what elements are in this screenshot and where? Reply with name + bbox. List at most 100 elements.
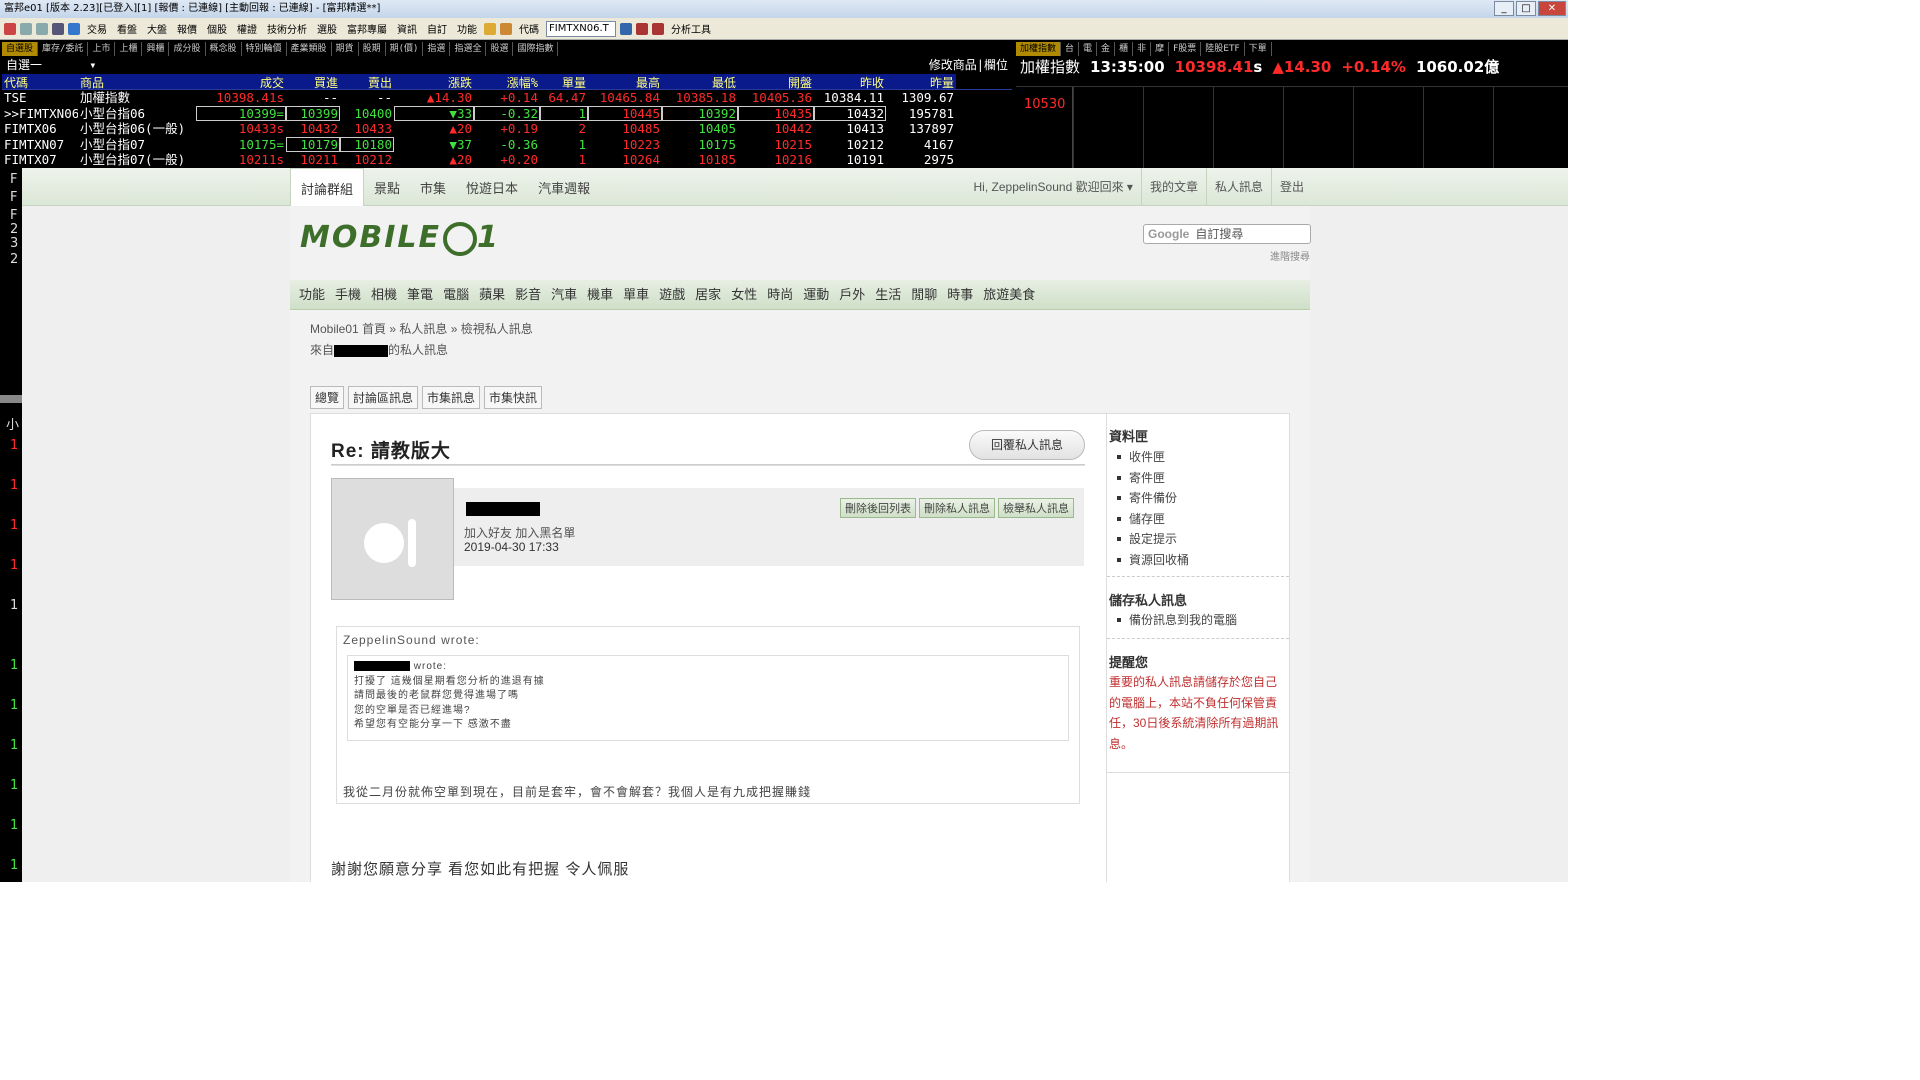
maximize-button[interactable]: □ (1516, 1, 1536, 16)
nav-spots[interactable]: 景點 (364, 168, 410, 206)
tab-stock-futures[interactable]: 股期 (359, 42, 386, 56)
cat-item[interactable]: 戶外 (834, 280, 870, 309)
cat-item[interactable]: 汽車 (546, 280, 582, 309)
avatar[interactable] (331, 478, 454, 600)
tab-watchlist[interactable]: 自選股 (2, 42, 39, 56)
col-last[interactable]: 成交 (196, 74, 286, 89)
breadcrumb[interactable]: Mobile01 首頁 » 私人訊息 » 檢視私人訊息 (310, 320, 533, 337)
cat-item[interactable]: 閒聊 (906, 280, 942, 309)
cat-item[interactable]: 旅遊美食 (978, 280, 1040, 309)
forward-icon[interactable] (36, 22, 48, 35)
tab-index-options[interactable]: 指選 (423, 42, 451, 56)
logout-link[interactable]: 登出 (1270, 168, 1312, 206)
folder-settings[interactable]: 設定提示 (1117, 529, 1289, 550)
table-row[interactable]: >>FIMTXN06 小型台指06 10399= 10399 10400 ▼33… (2, 105, 1012, 121)
menu-info[interactable]: 資訊 (394, 21, 420, 36)
tab-period-price[interactable]: 期(價) (386, 42, 424, 56)
pencil-icon[interactable] (484, 22, 496, 35)
tab-concept[interactable]: 概念股 (206, 42, 242, 56)
table-row[interactable]: TSE 加權指數 10398.41s -- -- ▲14.30 +0.14 64… (2, 90, 1012, 106)
menu-technical[interactable]: 技術分析 (264, 21, 310, 36)
table-row[interactable]: FIMTX07 小型台指07(一般) 10211s 10211 10212 ▲2… (2, 152, 1012, 168)
folder-saved[interactable]: 儲存匣 (1117, 509, 1289, 530)
menu-warrant[interactable]: 權證 (234, 21, 260, 36)
tab-f-stock[interactable]: F股票 (1169, 42, 1202, 56)
col-code[interactable]: 代碼 (2, 74, 78, 89)
table-row[interactable]: FIMTXN07 小型台指07 10175= 10179 10180 ▼37 -… (2, 136, 1012, 152)
tab-fin[interactable]: 金 (1097, 42, 1116, 56)
friend-block-links[interactable]: 加入好友 加入黑名單 (464, 524, 575, 541)
tab-emerging[interactable]: 興櫃 (142, 42, 170, 56)
tab-elec[interactable]: 電 (1079, 42, 1098, 56)
cat-item[interactable]: 手機 (330, 280, 366, 309)
cat-item[interactable]: 單車 (618, 280, 654, 309)
chevron-down-icon[interactable]: ▾ (89, 58, 96, 72)
folder-trash[interactable]: 資源回收桶 (1117, 550, 1289, 571)
index-chart[interactable]: 10530 (1016, 86, 1568, 171)
backup-link[interactable]: 備份訊息到我的電腦 (1117, 610, 1289, 631)
table-row[interactable]: FIMTX06 小型台指06(一般) 10433s 10432 10433 ▲2… (2, 121, 1012, 137)
tab-components[interactable]: 成分股 (169, 42, 206, 56)
tab-industry[interactable]: 產業類股 (287, 42, 332, 56)
tab-otc[interactable]: 上櫃 (115, 42, 143, 56)
nav-auto-weekly[interactable]: 汽車週報 (528, 168, 600, 206)
menu-fubon[interactable]: 富邦專屬 (344, 21, 390, 36)
tab-market-messages[interactable]: 市集訊息 (422, 386, 481, 409)
menu-watch[interactable]: 看盤 (114, 21, 140, 36)
watchlist-select[interactable]: 自選一 (6, 58, 42, 72)
cat-item[interactable]: 時尚 (762, 280, 798, 309)
cat-item[interactable]: 生活 (870, 280, 906, 309)
menu-trade[interactable]: 交易 (84, 21, 110, 36)
delete-message-button[interactable]: 刪除私人訊息 (919, 498, 995, 518)
tab-taiex[interactable]: 加權指數 (1016, 42, 1062, 56)
cat-item[interactable]: 影音 (510, 280, 546, 309)
cat-item[interactable]: 筆電 (402, 280, 438, 309)
print-icon[interactable] (52, 22, 64, 35)
col-pct[interactable]: 漲幅% (474, 74, 540, 89)
code-input[interactable]: FIMTXN06.T (546, 20, 616, 37)
cat-item[interactable]: 功能 (294, 280, 330, 309)
col-open[interactable]: 開盤 (738, 74, 814, 89)
delete-return-button[interactable]: 刪除後回列表 (840, 498, 916, 518)
col-change[interactable]: 漲跌 (394, 74, 474, 89)
private-messages-link[interactable]: 私人訊息 (1205, 168, 1271, 206)
tab-tw[interactable]: 台 (1061, 42, 1080, 56)
reply-button[interactable]: 回覆私人訊息 (969, 430, 1085, 460)
tab-order[interactable]: 下單 (1245, 42, 1272, 56)
tab-special[interactable]: 特別輪價 (242, 42, 287, 56)
col-high[interactable]: 最高 (588, 74, 662, 89)
cat-item[interactable]: 女性 (726, 280, 762, 309)
cat-item[interactable]: 遊戲 (654, 280, 690, 309)
nav-forum[interactable]: 討論群組 (290, 168, 365, 206)
tools-icon[interactable] (652, 22, 664, 35)
nav-market[interactable]: 市集 (410, 168, 456, 206)
folder-outbox[interactable]: 寄件匣 (1117, 468, 1289, 489)
tab-overview[interactable]: 總覽 (310, 386, 345, 409)
col-prev-close[interactable]: 昨收 (814, 74, 886, 89)
col-volume[interactable]: 單量 (540, 74, 588, 89)
search-input[interactable]: Google 自訂搜尋 (1143, 224, 1311, 244)
tab-otc-idx[interactable]: 櫃 (1115, 42, 1134, 56)
menu-custom[interactable]: 自訂 (424, 21, 450, 36)
col-low[interactable]: 最低 (662, 74, 738, 89)
report-message-button[interactable]: 檢舉私人訊息 (998, 498, 1074, 518)
tab-index-options-all[interactable]: 指選全 (450, 42, 487, 56)
user-greeting[interactable]: Hi, ZeppelinSound 歡迎回來 ▾ (966, 168, 1141, 206)
cat-item[interactable]: 時事 (942, 280, 978, 309)
menu-function[interactable]: 功能 (454, 21, 480, 36)
tab-market-news[interactable]: 市集快訊 (484, 386, 543, 409)
folder-inbox[interactable]: 收件匣 (1117, 447, 1289, 468)
menu-market[interactable]: 大盤 (144, 21, 170, 36)
columns-link[interactable]: 欄位 (984, 58, 1008, 72)
pane-divider[interactable] (0, 395, 22, 403)
nav-japan[interactable]: 悅遊日本 (456, 168, 528, 206)
tab-china-etf[interactable]: 陸股ETF (1201, 42, 1245, 56)
cat-item[interactable]: 蘋果 (474, 280, 510, 309)
tab-futures[interactable]: 期貨 (332, 42, 359, 56)
search-icon[interactable] (620, 22, 632, 35)
back-icon[interactable] (20, 22, 32, 35)
minimize-button[interactable]: _ (1494, 1, 1514, 16)
cat-item[interactable]: 電腦 (438, 280, 474, 309)
modify-products-link[interactable]: 修改商品 (929, 58, 977, 72)
advanced-search-link[interactable]: 進階搜尋 (1270, 248, 1310, 263)
